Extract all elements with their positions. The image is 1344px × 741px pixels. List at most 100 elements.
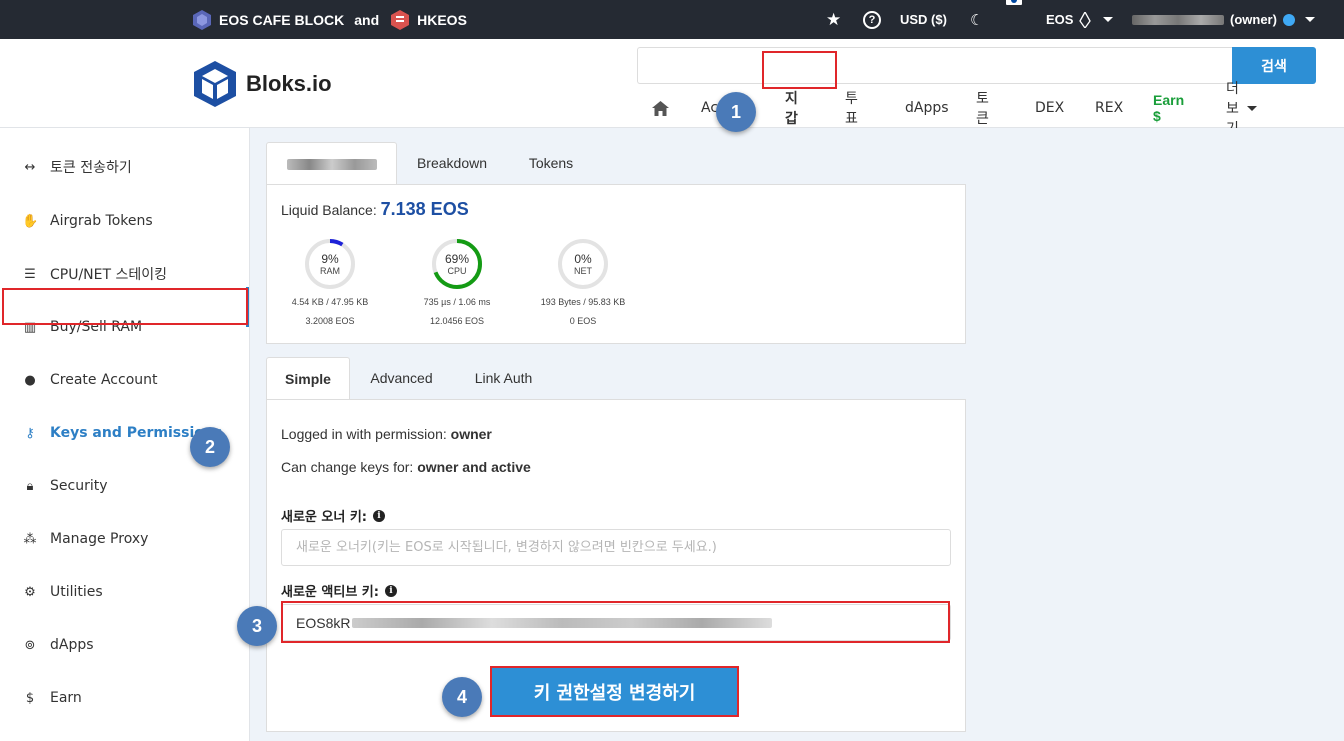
liquid-balance: Liquid Balance: 7.138 EOS bbox=[281, 199, 469, 220]
user-icon: ● bbox=[24, 372, 36, 388]
ram-percent: 9% bbox=[321, 252, 339, 266]
arrows-h-icon: ↔ bbox=[24, 159, 36, 175]
server-icon: ☰ bbox=[24, 266, 36, 282]
cpu-eos: 12.0456 EOS bbox=[429, 316, 485, 326]
sidebar-item-airgrab[interactable]: ✋ Airgrab Tokens bbox=[0, 201, 249, 241]
sponsor-hkeos: HKEOS bbox=[417, 11, 467, 28]
sidebar-item-earn[interactable]: $ Earn bbox=[0, 678, 249, 718]
chain-selector[interactable]: EOS bbox=[1046, 11, 1114, 28]
key-icon: ⚷ bbox=[25, 425, 35, 441]
owner-key-label: 새로운 오너 키: i bbox=[281, 506, 386, 525]
chevron-down-icon bbox=[1246, 105, 1257, 111]
sidebar-item-label: dApps bbox=[50, 637, 94, 653]
ram-usage: 4.54 KB / 47.95 KB bbox=[291, 297, 369, 307]
nav-rex[interactable]: REX bbox=[1095, 90, 1123, 126]
net-percent: 0% bbox=[574, 252, 592, 266]
active-key-label-text: 새로운 액티브 키: bbox=[281, 585, 379, 600]
sidebar-item-label: 토큰 전송하기 bbox=[50, 160, 132, 176]
step-marker-4: 4 bbox=[442, 677, 482, 717]
chevron-down-icon bbox=[1103, 17, 1114, 22]
sponsor-and: and bbox=[354, 11, 380, 28]
tab-account[interactable] bbox=[266, 142, 397, 185]
site-name: Bloks.io bbox=[246, 71, 332, 96]
liquid-balance-label: Liquid Balance: bbox=[281, 202, 377, 218]
tab-breakdown[interactable]: Breakdown bbox=[397, 142, 507, 184]
chevron-down-icon bbox=[1304, 17, 1315, 22]
sponsor-eos-cafe: EOS CAFE BLOCK bbox=[219, 11, 345, 28]
dark-mode-moon-icon[interactable]: ☾ bbox=[970, 11, 983, 29]
favorites-star-icon[interactable]: ★ bbox=[826, 10, 841, 30]
sidebar-item-utilities[interactable]: ⚙ Utilities bbox=[0, 572, 249, 612]
step-marker-2: 2 bbox=[190, 427, 230, 467]
search-button[interactable]: 검색 bbox=[1232, 47, 1316, 84]
account-info-icon bbox=[1282, 13, 1295, 26]
account-menu[interactable]: (owner) bbox=[1132, 12, 1315, 27]
nav-tokens[interactable]: 토큰 bbox=[976, 90, 989, 127]
nav-vote[interactable]: 투표 bbox=[845, 90, 858, 127]
net-usage: 193 Bytes / 95.83 KB bbox=[540, 297, 626, 307]
site-logo[interactable]: Bloks.io bbox=[192, 59, 332, 109]
step-marker-1: 1 bbox=[716, 92, 756, 132]
sidebar-item-label: Manage Proxy bbox=[50, 531, 149, 547]
nav-dex[interactable]: DEX bbox=[1035, 90, 1064, 126]
home-icon[interactable] bbox=[652, 90, 669, 126]
gear-icon: ⚙ bbox=[24, 584, 36, 600]
language-flag-icon[interactable] bbox=[1006, 0, 1022, 5]
help-icon[interactable]: ? bbox=[863, 10, 881, 29]
nav-dapps[interactable]: dApps bbox=[905, 90, 949, 126]
top-bar: EOS CAFE BLOCK and HKEOS ★ ? USD ($) ☾ E… bbox=[0, 0, 1344, 39]
nav-wallet[interactable]: 지갑 bbox=[785, 90, 798, 127]
change-keys-button[interactable]: 키 권한설정 변경하기 bbox=[490, 666, 739, 717]
account-name-redacted bbox=[286, 158, 377, 170]
currency-selector[interactable]: USD ($) bbox=[900, 12, 947, 27]
sidebar-item-label: CPU/NET 스테이킹 bbox=[50, 267, 168, 283]
sidebar-item-create-account[interactable]: ● Create Account bbox=[0, 360, 249, 400]
chain-label: EOS bbox=[1046, 12, 1074, 27]
active-key-highlight bbox=[281, 601, 950, 643]
sidebar-item-label: Create Account bbox=[50, 372, 158, 388]
net-gauge-label: 0% NET bbox=[555, 253, 611, 277]
sidebar-item-label: Utilities bbox=[50, 584, 103, 600]
logged-in-value: owner bbox=[450, 426, 492, 442]
tab-advanced[interactable]: Advanced bbox=[350, 357, 453, 399]
hkeos-logo-icon bbox=[391, 9, 410, 30]
sponsor-banner[interactable]: EOS CAFE BLOCK and HKEOS bbox=[191, 0, 467, 39]
step-marker-3: 3 bbox=[237, 606, 277, 646]
net-eos: 0 EOS bbox=[569, 316, 597, 326]
owner-key-input[interactable] bbox=[281, 529, 951, 566]
currency-label: USD ($) bbox=[900, 12, 947, 27]
search-input[interactable] bbox=[637, 47, 1232, 84]
changeable-keys: Can change keys for: owner and active bbox=[281, 459, 531, 475]
cpu-usage: 735 µs / 1.06 ms bbox=[423, 297, 491, 307]
tab-tokens[interactable]: Tokens bbox=[507, 142, 595, 184]
changeable-keys-value: owner and active bbox=[417, 459, 531, 475]
nav-earn[interactable]: Earn $ bbox=[1153, 90, 1184, 126]
sidebar-item-security[interactable]: 🔒︎ Security bbox=[0, 466, 249, 506]
nav-more[interactable]: 더보기 bbox=[1226, 81, 1257, 137]
owner-key-label-text: 새로운 오너 키: bbox=[281, 510, 368, 525]
ram-eos: 3.2008 EOS bbox=[305, 316, 355, 326]
tab-simple[interactable]: Simple bbox=[266, 357, 350, 400]
sidebar-item-transfer[interactable]: ↔ 토큰 전송하기 bbox=[0, 147, 249, 187]
account-name-redacted bbox=[1132, 14, 1224, 25]
hand-icon: ✋ bbox=[22, 213, 39, 229]
users-icon: ⁂ bbox=[23, 531, 37, 547]
tab-link-auth[interactable]: Link Auth bbox=[453, 357, 554, 399]
ram-label: RAM bbox=[320, 266, 340, 276]
wallet-nav-highlight bbox=[762, 51, 837, 89]
eos-logo-icon bbox=[1079, 11, 1092, 28]
account-permission: (owner) bbox=[1230, 12, 1277, 27]
dollar-icon: $ bbox=[25, 690, 35, 706]
eos-cafe-logo-icon bbox=[193, 9, 211, 30]
gamepad-icon: ⊚ bbox=[24, 637, 36, 653]
bloks-cube-icon bbox=[194, 61, 236, 107]
cpu-label: CPU bbox=[447, 266, 467, 276]
net-label: NET bbox=[574, 266, 592, 276]
info-icon[interactable]: i bbox=[384, 584, 397, 597]
info-icon[interactable]: i bbox=[373, 509, 386, 522]
sidebar-item-dapps[interactable]: ⊚ dApps bbox=[0, 625, 249, 665]
active-key-label: 새로운 액티브 키: i bbox=[281, 581, 397, 600]
liquid-balance-value: 7.138 EOS bbox=[380, 199, 469, 219]
lock-icon: 🔒︎ bbox=[26, 478, 34, 494]
sidebar-item-proxy[interactable]: ⁂ Manage Proxy bbox=[0, 519, 249, 559]
